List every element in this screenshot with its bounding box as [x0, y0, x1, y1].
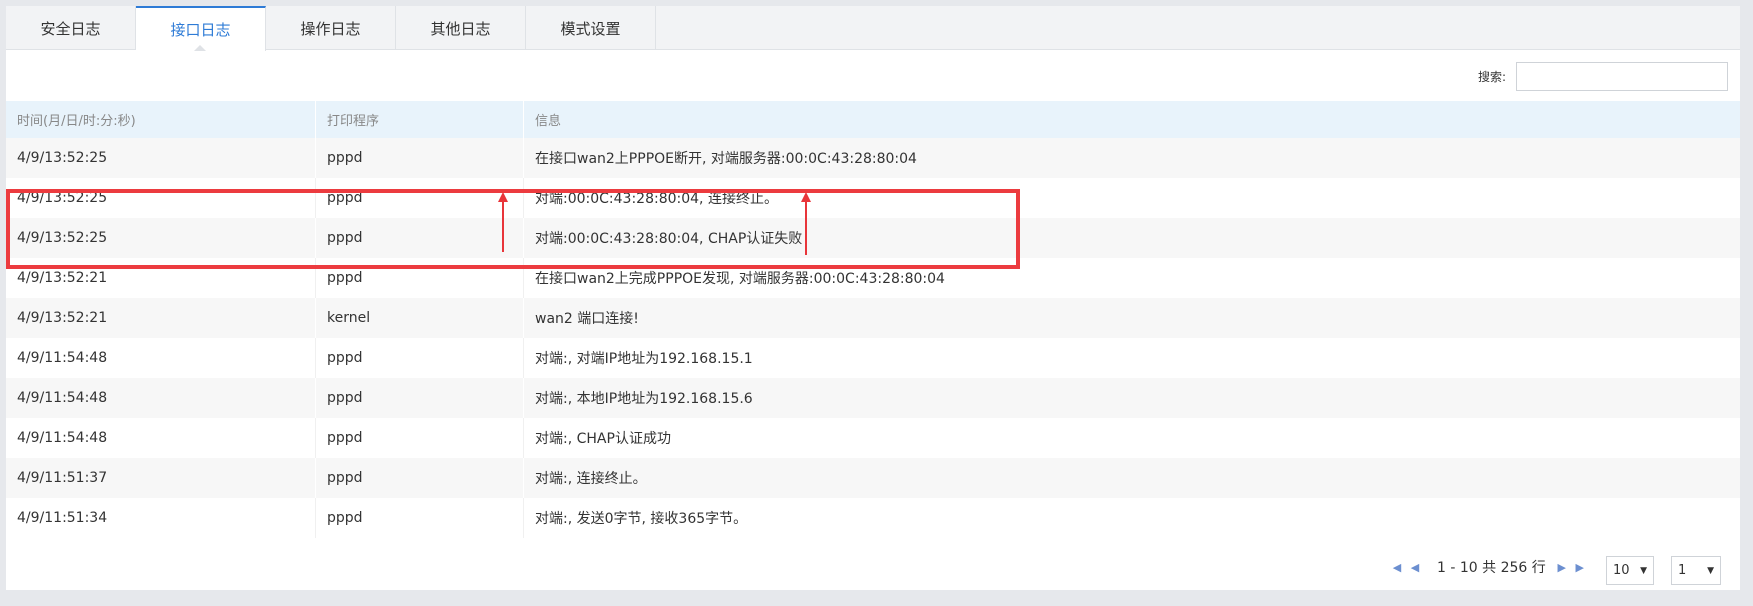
cell-info: 对端:, 连接终止。 [535, 471, 647, 487]
cell-program: pppd [316, 138, 524, 178]
search-label: 搜索: [1478, 70, 1507, 84]
cell-time: 4/9/13:52:25 [6, 218, 316, 258]
cell-info: 在接口wan2上PPPOE断开, 对端服务器:00:0C:43:28:80:04 [535, 151, 917, 167]
tab-operation-log[interactable]: 操作日志 [266, 6, 396, 50]
chevron-down-icon: ▼ [1707, 565, 1714, 576]
cell-info: 对端:, 本地IP地址为192.168.15.6 [535, 391, 753, 407]
table-row[interactable]: 4/9/13:52:21 kernel wan2 端口连接! [6, 298, 1740, 338]
cell-info: 对端:, 对端IP地址为192.168.15.1 [535, 351, 753, 367]
cell-time: 4/9/13:52:21 [6, 298, 316, 338]
cell-program: kernel [316, 298, 524, 338]
tab-label: 操作日志 [300, 19, 361, 38]
tab-mode-settings[interactable]: 模式设置 [526, 6, 656, 50]
tab-bar: 安全日志 接口日志 操作日志 其他日志 模式设置 [6, 6, 1740, 51]
page-number-value: 1 [1678, 563, 1687, 578]
cell-info: 对端:, CHAP认证成功 [535, 431, 671, 447]
cell-program: pppd [316, 498, 524, 538]
cell-program: pppd [316, 418, 524, 458]
cell-info: 在接口wan2上完成PPPOE发现, 对端服务器:00:0C:43:28:80:… [535, 271, 945, 287]
log-panel: 安全日志 接口日志 操作日志 其他日志 模式设置 搜索: 时间(月/日/时:分:… [6, 6, 1740, 590]
log-table: 时间(月/日/时:分:秒) 打印程序 信息 4/9/13:52:25 pppd … [6, 101, 1740, 538]
table-row[interactable]: 4/9/13:52:25 pppd 在接口wan2上PPPOE断开, 对端服务器… [6, 138, 1740, 178]
cell-time: 4/9/13:52:21 [6, 258, 316, 298]
table-row[interactable]: 4/9/13:52:25 pppd 对端:00:0C:43:28:80:04, … [6, 218, 1740, 258]
search-input[interactable] [1516, 62, 1728, 91]
tab-label: 安全日志 [40, 19, 101, 38]
next-page-icon[interactable]: ▶ [1556, 560, 1568, 574]
cell-program: pppd [316, 218, 524, 258]
prev-page-icon[interactable]: ◀ [1409, 560, 1421, 574]
cell-program: pppd [316, 338, 524, 378]
cell-time: 4/9/11:54:48 [6, 418, 316, 458]
table-row[interactable]: 4/9/11:54:48 pppd 对端:, 对端IP地址为192.168.15… [6, 338, 1740, 378]
tab-label: 接口日志 [170, 21, 231, 39]
cell-time: 4/9/11:51:34 [6, 498, 316, 538]
table-row[interactable]: 4/9/13:52:25 pppd 对端:00:0C:43:28:80:04, … [6, 178, 1740, 218]
tab-other-log[interactable]: 其他日志 [396, 6, 526, 50]
column-header-time[interactable]: 时间(月/日/时:分:秒) [6, 101, 316, 138]
tab-interface-log[interactable]: 接口日志 [136, 6, 266, 51]
pagination: ◀​ ◀ 1 - 10 共 256 行 ▶ ▶​ [1391, 553, 1592, 581]
page-size-value: 10 [1613, 563, 1630, 578]
cell-time: 4/9/13:52:25 [6, 138, 316, 178]
chevron-down-icon: ▼ [1640, 565, 1647, 576]
tab-label: 模式设置 [560, 19, 621, 38]
cell-info: 对端:00:0C:43:28:80:04, CHAP认证失败 [535, 231, 803, 247]
table-row[interactable]: 4/9/11:51:34 pppd 对端:, 发送0字节, 接收365字节。 [6, 498, 1740, 538]
pagination-info: 1 - 10 共 256 行 [1437, 560, 1546, 576]
cell-info: 对端:, 发送0字节, 接收365字节。 [535, 511, 748, 527]
cell-program: pppd [316, 458, 524, 498]
cell-time: 4/9/11:54:48 [6, 338, 316, 378]
cell-program: pppd [316, 378, 524, 418]
table-row[interactable]: 4/9/11:51:37 pppd 对端:, 连接终止。 [6, 458, 1740, 498]
column-header-program[interactable]: 打印程序 [316, 101, 524, 138]
table-row[interactable]: 4/9/11:54:48 pppd 对端:, 本地IP地址为192.168.15… [6, 378, 1740, 418]
table-row[interactable]: 4/9/11:54:48 pppd 对端:, CHAP认证成功 [6, 418, 1740, 458]
column-header-info[interactable]: 信息 [524, 100, 1740, 140]
cell-time: 4/9/11:54:48 [6, 378, 316, 418]
cell-info: wan2 端口连接! [535, 311, 639, 327]
cell-program: pppd [316, 258, 524, 298]
tab-label: 其他日志 [430, 19, 491, 38]
cell-time: 4/9/11:51:37 [6, 458, 316, 498]
page-size-select[interactable]: 10 ▼ [1606, 556, 1654, 585]
tab-security-log[interactable]: 安全日志 [6, 6, 136, 50]
last-page-icon[interactable]: ▶​ [1574, 560, 1586, 574]
first-page-icon[interactable]: ◀​ [1391, 560, 1403, 574]
cell-info: 对端:00:0C:43:28:80:04, 连接终止。 [535, 191, 778, 207]
table-header: 时间(月/日/时:分:秒) 打印程序 信息 [6, 101, 1740, 138]
cell-program: pppd [316, 178, 524, 218]
active-tab-caret [194, 45, 206, 51]
table-row[interactable]: 4/9/13:52:21 pppd 在接口wan2上完成PPPOE发现, 对端服… [6, 258, 1740, 298]
cell-time: 4/9/13:52:25 [6, 178, 316, 218]
page-number-select[interactable]: 1 ▼ [1671, 556, 1721, 585]
